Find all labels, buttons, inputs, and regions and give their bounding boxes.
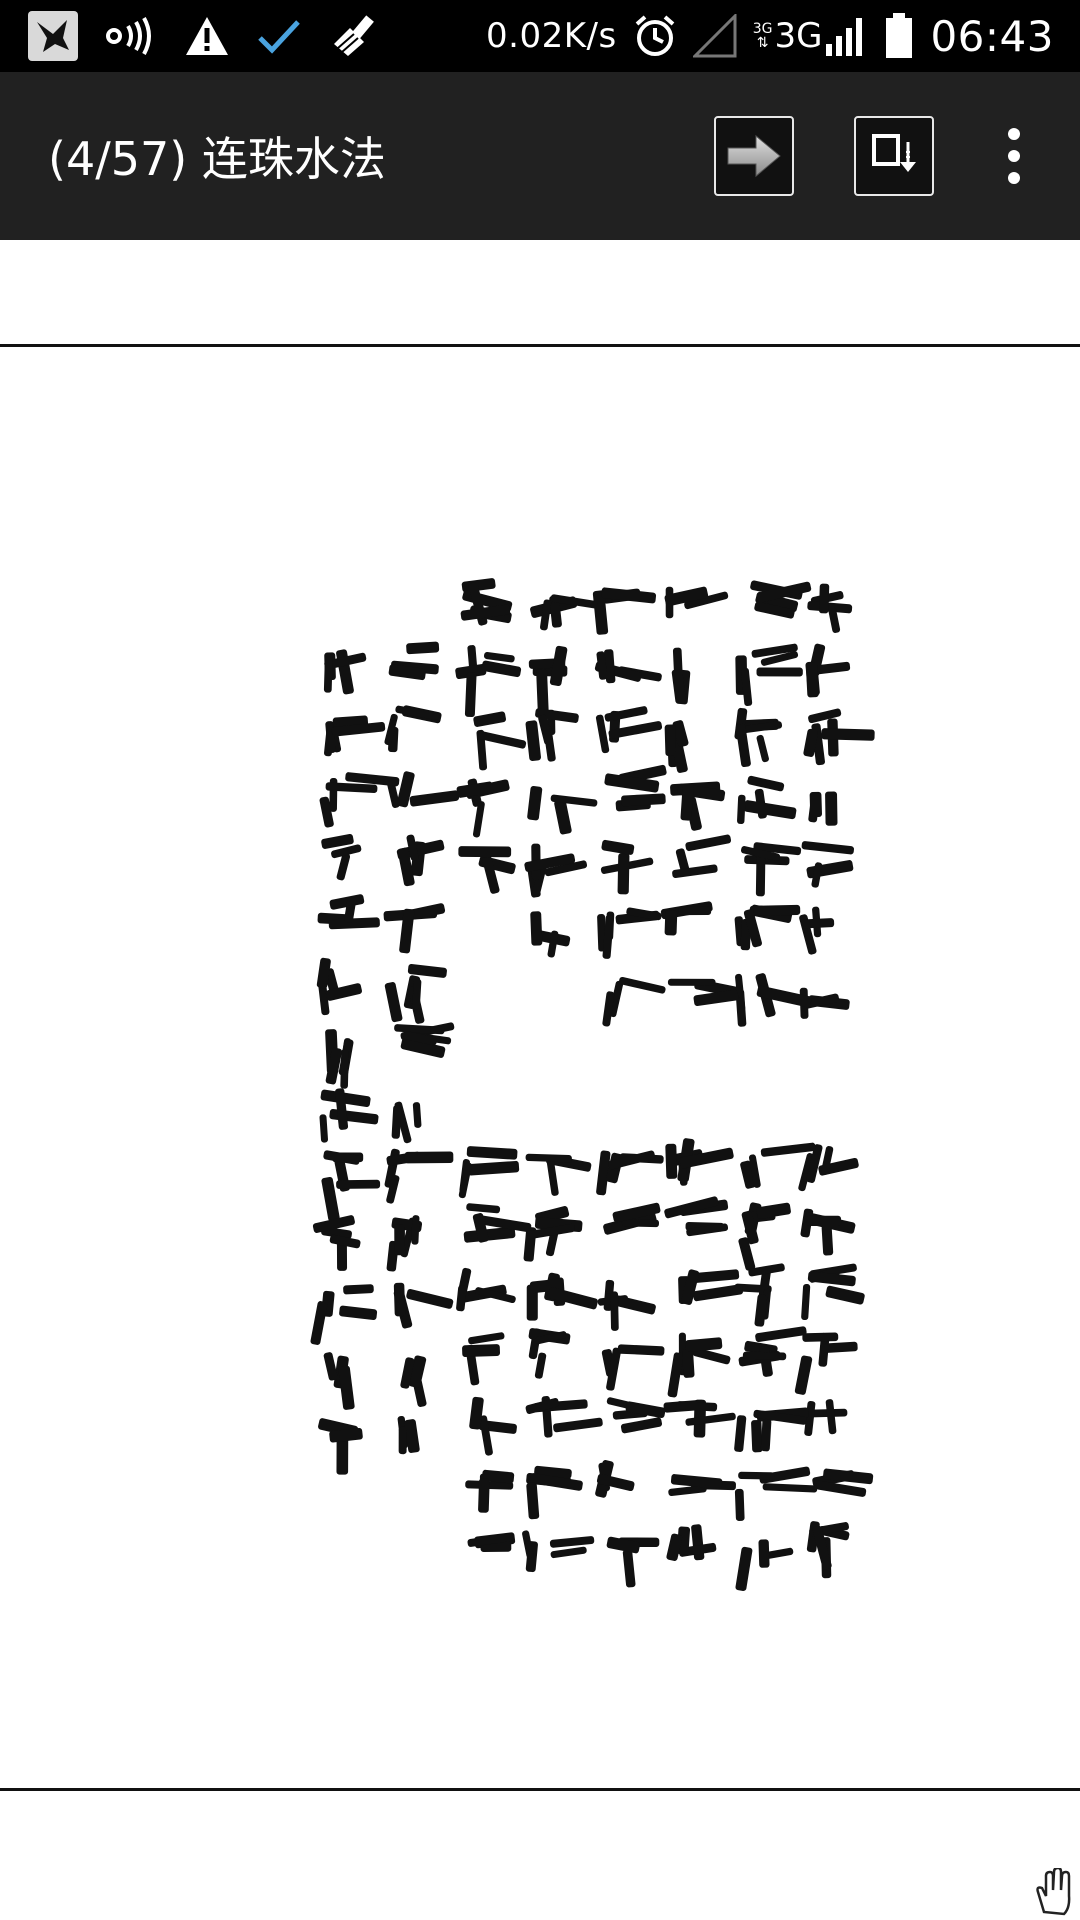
download-page-button[interactable] [854, 116, 934, 196]
download-page-icon [872, 134, 916, 172]
page-top-border [0, 344, 1080, 347]
battery-icon [884, 13, 914, 59]
network-indicator: 3G ⇅ 3G [753, 14, 869, 58]
clock: 06:43 [930, 11, 1054, 61]
page-title: (4/57) 连珠水法 [48, 132, 386, 186]
next-page-button[interactable] [714, 116, 794, 196]
network-small-label: 3G [752, 21, 773, 37]
broom-icon [328, 14, 382, 58]
net-speed: 0.02K/s [486, 16, 617, 56]
alarm-icon [633, 14, 677, 58]
page-bottom-border [0, 1788, 1080, 1791]
scanned-page-image[interactable] [282, 565, 882, 1610]
app-bird-icon [28, 11, 78, 61]
check-icon [256, 16, 302, 56]
hand-drag-icon [1034, 1866, 1074, 1916]
warning-icon [184, 15, 230, 57]
more-options-button[interactable] [994, 116, 1034, 196]
signal-empty-icon [692, 14, 737, 58]
status-bar: 0.02K/s 3G ⇅ 3G 06:43 [0, 0, 1080, 72]
next-page-icon [727, 134, 781, 178]
action-bar: (4/57) 连珠水法 [0, 72, 1080, 240]
signal-full-icon [824, 14, 868, 58]
nfc-wave-icon [104, 16, 158, 56]
network-large-label: 3G [774, 16, 823, 56]
more-options-icon [1008, 128, 1020, 140]
handwritten-text-image [310, 578, 875, 1591]
data-arrows-icon: ⇅ [756, 35, 769, 51]
